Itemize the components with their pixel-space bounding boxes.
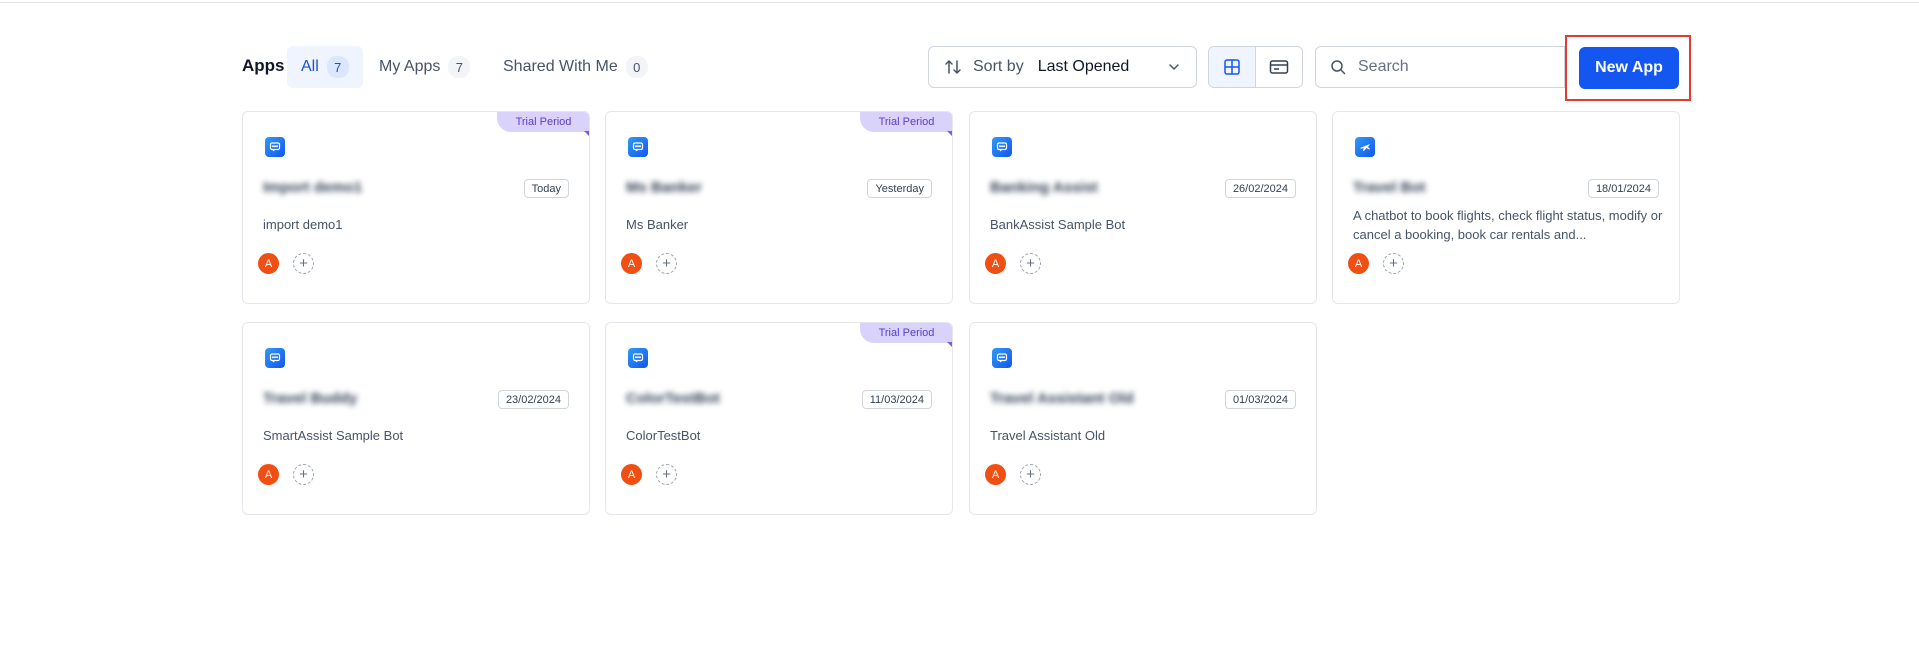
add-member-button[interactable]: +	[1020, 464, 1041, 485]
sort-dropdown[interactable]: Sort by Last Opened	[928, 46, 1197, 88]
app-name: Travel Bot	[1353, 179, 1426, 196]
sort-value: Last Opened	[1037, 58, 1130, 75]
avatar[interactable]: A	[985, 464, 1006, 485]
app-name: Ms Banker	[626, 179, 702, 196]
airplane-icon	[1355, 137, 1375, 157]
app-card[interactable]: Trial Period ColorTestBot 11/03/2024 ColorT…	[605, 322, 953, 515]
app-card[interactable]: Banking Assist 26/02/2024 BankAssist Sampl…	[969, 111, 1317, 304]
app-description: Travel Assistant Old	[990, 428, 1106, 443]
chat-bubble-icon	[628, 348, 648, 368]
app-card[interactable]: Travel Assistant Old 01/03/2024 Travel Ass…	[969, 322, 1317, 515]
date-badge: 26/02/2024	[1224, 179, 1296, 198]
app-name: ColorTestBot	[626, 390, 720, 407]
app-description: ColorTestBot	[626, 428, 701, 443]
chat-bubble-icon	[992, 137, 1012, 157]
app-card[interactable]: Travel Buddy 23/02/2024 SmartAssist Sample…	[242, 322, 590, 515]
date-badge: Today	[523, 179, 569, 198]
app-card[interactable]: Trial Period Ms Banker Yesterday Ms Banker A…	[605, 111, 953, 304]
date-badge: 11/03/2024	[861, 390, 932, 409]
sort-arrows-icon	[945, 60, 961, 74]
sort-label: Sort by	[973, 58, 1024, 75]
ribbon-fold	[947, 342, 952, 348]
tab-label: My Apps	[379, 58, 441, 75]
chat-bubble-icon	[992, 348, 1012, 368]
tab-all[interactable]: All 7	[287, 46, 363, 88]
avatar[interactable]: A	[258, 464, 279, 485]
avatar[interactable]: A	[985, 253, 1006, 274]
search-input[interactable]	[1356, 57, 1550, 77]
search-icon	[1331, 60, 1346, 75]
add-member-button[interactable]: +	[656, 253, 677, 274]
top-divider	[0, 2, 1919, 3]
tab-my-apps[interactable]: My Apps 7	[365, 46, 484, 88]
grid-icon	[1224, 59, 1240, 75]
tab-count: 7	[326, 56, 349, 78]
plus-icon: +	[299, 255, 308, 272]
plus-icon: +	[662, 255, 671, 272]
tab-label: Shared With Me	[503, 58, 618, 75]
app-name: Travel Buddy	[263, 390, 358, 407]
add-member-button[interactable]: +	[1383, 253, 1404, 274]
plus-icon: +	[299, 466, 308, 483]
trial-period-badge: Trial Period	[497, 112, 589, 132]
tab-count: 7	[448, 56, 471, 78]
chat-bubble-icon	[265, 348, 285, 368]
avatar[interactable]: A	[621, 464, 642, 485]
plus-icon: +	[1389, 255, 1398, 272]
search-field	[1315, 46, 1565, 88]
chat-bubble-icon	[265, 137, 285, 157]
date-badge: 01/03/2024	[1224, 390, 1296, 409]
ribbon-fold	[947, 131, 952, 137]
page-title: Apps	[242, 56, 285, 75]
new-app-button[interactable]: New App	[1579, 47, 1679, 89]
app-description: A chatbot to book flights, check flight …	[1353, 208, 1663, 242]
app-description: Ms Banker	[626, 217, 689, 232]
app-name: Import demo1	[263, 179, 363, 196]
app-description: SmartAssist Sample Bot	[263, 428, 404, 443]
chat-bubble-icon	[628, 137, 648, 157]
app-description: import demo1	[263, 217, 343, 232]
plus-icon: +	[662, 466, 671, 483]
ribbon-fold	[584, 131, 589, 137]
avatar[interactable]: A	[621, 253, 642, 274]
add-member-button[interactable]: +	[293, 464, 314, 485]
plus-icon: +	[1026, 255, 1035, 272]
card-list-icon	[1269, 60, 1289, 74]
app-card[interactable]: Travel Bot 18/01/2024 A chatbot to book fl…	[1332, 111, 1680, 304]
date-badge: Yesterday	[867, 179, 932, 198]
app-name: Banking Assist	[990, 179, 1098, 196]
avatar[interactable]: A	[1348, 253, 1369, 274]
trial-period-badge: Trial Period	[860, 112, 952, 132]
add-member-button[interactable]: +	[656, 464, 677, 485]
app-name: Travel Assistant Old	[990, 390, 1134, 407]
date-badge: 23/02/2024	[497, 390, 569, 409]
date-badge: 18/01/2024	[1587, 179, 1659, 198]
add-member-button[interactable]: +	[1020, 253, 1041, 274]
card-view-button[interactable]	[1256, 47, 1302, 87]
app-card[interactable]: Trial Period Import demo1 Today import demo…	[242, 111, 590, 304]
plus-icon: +	[1026, 466, 1035, 483]
app-description: BankAssist Sample Bot	[990, 217, 1126, 232]
tab-shared-with-me[interactable]: Shared With Me 0	[489, 46, 662, 88]
trial-period-badge: Trial Period	[860, 323, 952, 343]
chevron-down-icon	[1169, 64, 1179, 71]
tab-label: All	[301, 58, 319, 75]
add-member-button[interactable]: +	[293, 253, 314, 274]
tab-count: 0	[625, 56, 648, 78]
view-toggle	[1208, 46, 1303, 88]
grid-view-button[interactable]	[1209, 47, 1256, 87]
avatar[interactable]: A	[258, 253, 279, 274]
